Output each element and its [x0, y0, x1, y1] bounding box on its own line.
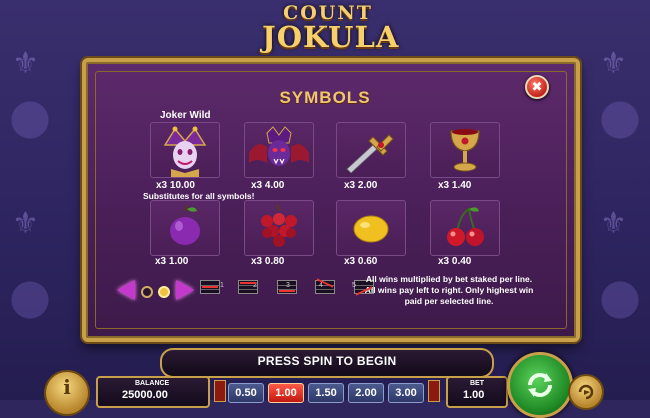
- spin-arrows-icon: [528, 373, 552, 397]
- coin-value-option[interactable]: 1.50: [308, 383, 344, 403]
- balance-value: 25000.00: [122, 389, 168, 401]
- fleur-de-lis-icon: ⚜: [12, 206, 39, 241]
- wild-title: Joker Wild: [160, 110, 211, 121]
- page-dot-2-active[interactable]: [158, 286, 170, 298]
- coin-value-option[interactable]: 2.00: [348, 383, 384, 403]
- bet-label: BET: [470, 380, 484, 387]
- rule-line: All wins multiplied by bet staked per li…: [365, 274, 533, 284]
- symbol-pay: x3 0.80: [251, 256, 285, 267]
- payline-number: 1: [220, 282, 224, 289]
- vampire-icon: [249, 126, 309, 166]
- game-logo: COUNT JOKULA: [262, 2, 400, 58]
- spin-button[interactable]: [507, 352, 573, 418]
- symbol-pay: x3 0.40: [438, 256, 472, 267]
- joker-icon: [163, 126, 207, 177]
- symbol-vampire: [244, 122, 314, 178]
- symbol-cherries: [430, 200, 500, 256]
- symbol-pay: x3 2.00: [344, 180, 378, 191]
- page-dot-1[interactable]: [141, 286, 153, 298]
- payline-diagram: [200, 280, 220, 294]
- paytable-rules: All wins multiplied by bet staked per li…: [354, 274, 544, 307]
- fleur-de-lis-icon: ⚜: [600, 46, 627, 81]
- symbol-grapes: [244, 200, 314, 256]
- rule-line: All wins pay left to right. Only highest…: [364, 285, 534, 295]
- coin-value-option-selected[interactable]: 1.00: [268, 383, 304, 403]
- fleur-de-lis-icon: ⚜: [12, 46, 39, 81]
- balance-label: BALANCE: [135, 380, 170, 387]
- symbol-pay: x3 10.00: [156, 180, 195, 191]
- autoplay-button[interactable]: [568, 374, 604, 410]
- symbol-plum: [150, 200, 220, 256]
- previous-page-arrow-icon[interactable]: [117, 280, 135, 300]
- logo-line-2: JOKULA: [262, 20, 400, 54]
- cherries-icon: [447, 207, 484, 246]
- coin-decrease-button[interactable]: [214, 380, 226, 402]
- symbol-goblet: [430, 122, 500, 178]
- coin-value-option[interactable]: 3.00: [388, 383, 424, 403]
- symbol-lemon: [336, 200, 406, 256]
- stake-icon: [346, 134, 394, 174]
- coin-increase-button[interactable]: [428, 380, 440, 402]
- symbol-pay: x3 1.40: [438, 180, 472, 191]
- fleur-de-lis-icon: ⚜: [600, 206, 627, 241]
- symbol-stake: [336, 122, 406, 178]
- lemon-icon: [353, 215, 389, 243]
- goblet-icon: [450, 129, 480, 172]
- coin-value-option[interactable]: 0.50: [228, 383, 264, 403]
- paytable-title: SYMBOLS: [279, 88, 371, 107]
- bet-value: 1.00: [463, 389, 485, 401]
- symbol-pay: x3 1.00: [155, 256, 189, 267]
- info-button[interactable]: i: [44, 370, 90, 416]
- symbol-pay: x3 0.60: [344, 256, 378, 267]
- payline-number: 3: [286, 282, 290, 289]
- spin-message: PRESS SPIN TO BEGIN: [257, 354, 397, 368]
- next-page-arrow-icon[interactable]: [176, 280, 194, 300]
- grapes-icon: [261, 204, 297, 247]
- symbol-pay: x3 4.00: [251, 180, 285, 191]
- symbol-joker: [150, 122, 220, 178]
- plum-icon: [170, 204, 200, 245]
- rule-line: paid per selected line.: [404, 296, 494, 306]
